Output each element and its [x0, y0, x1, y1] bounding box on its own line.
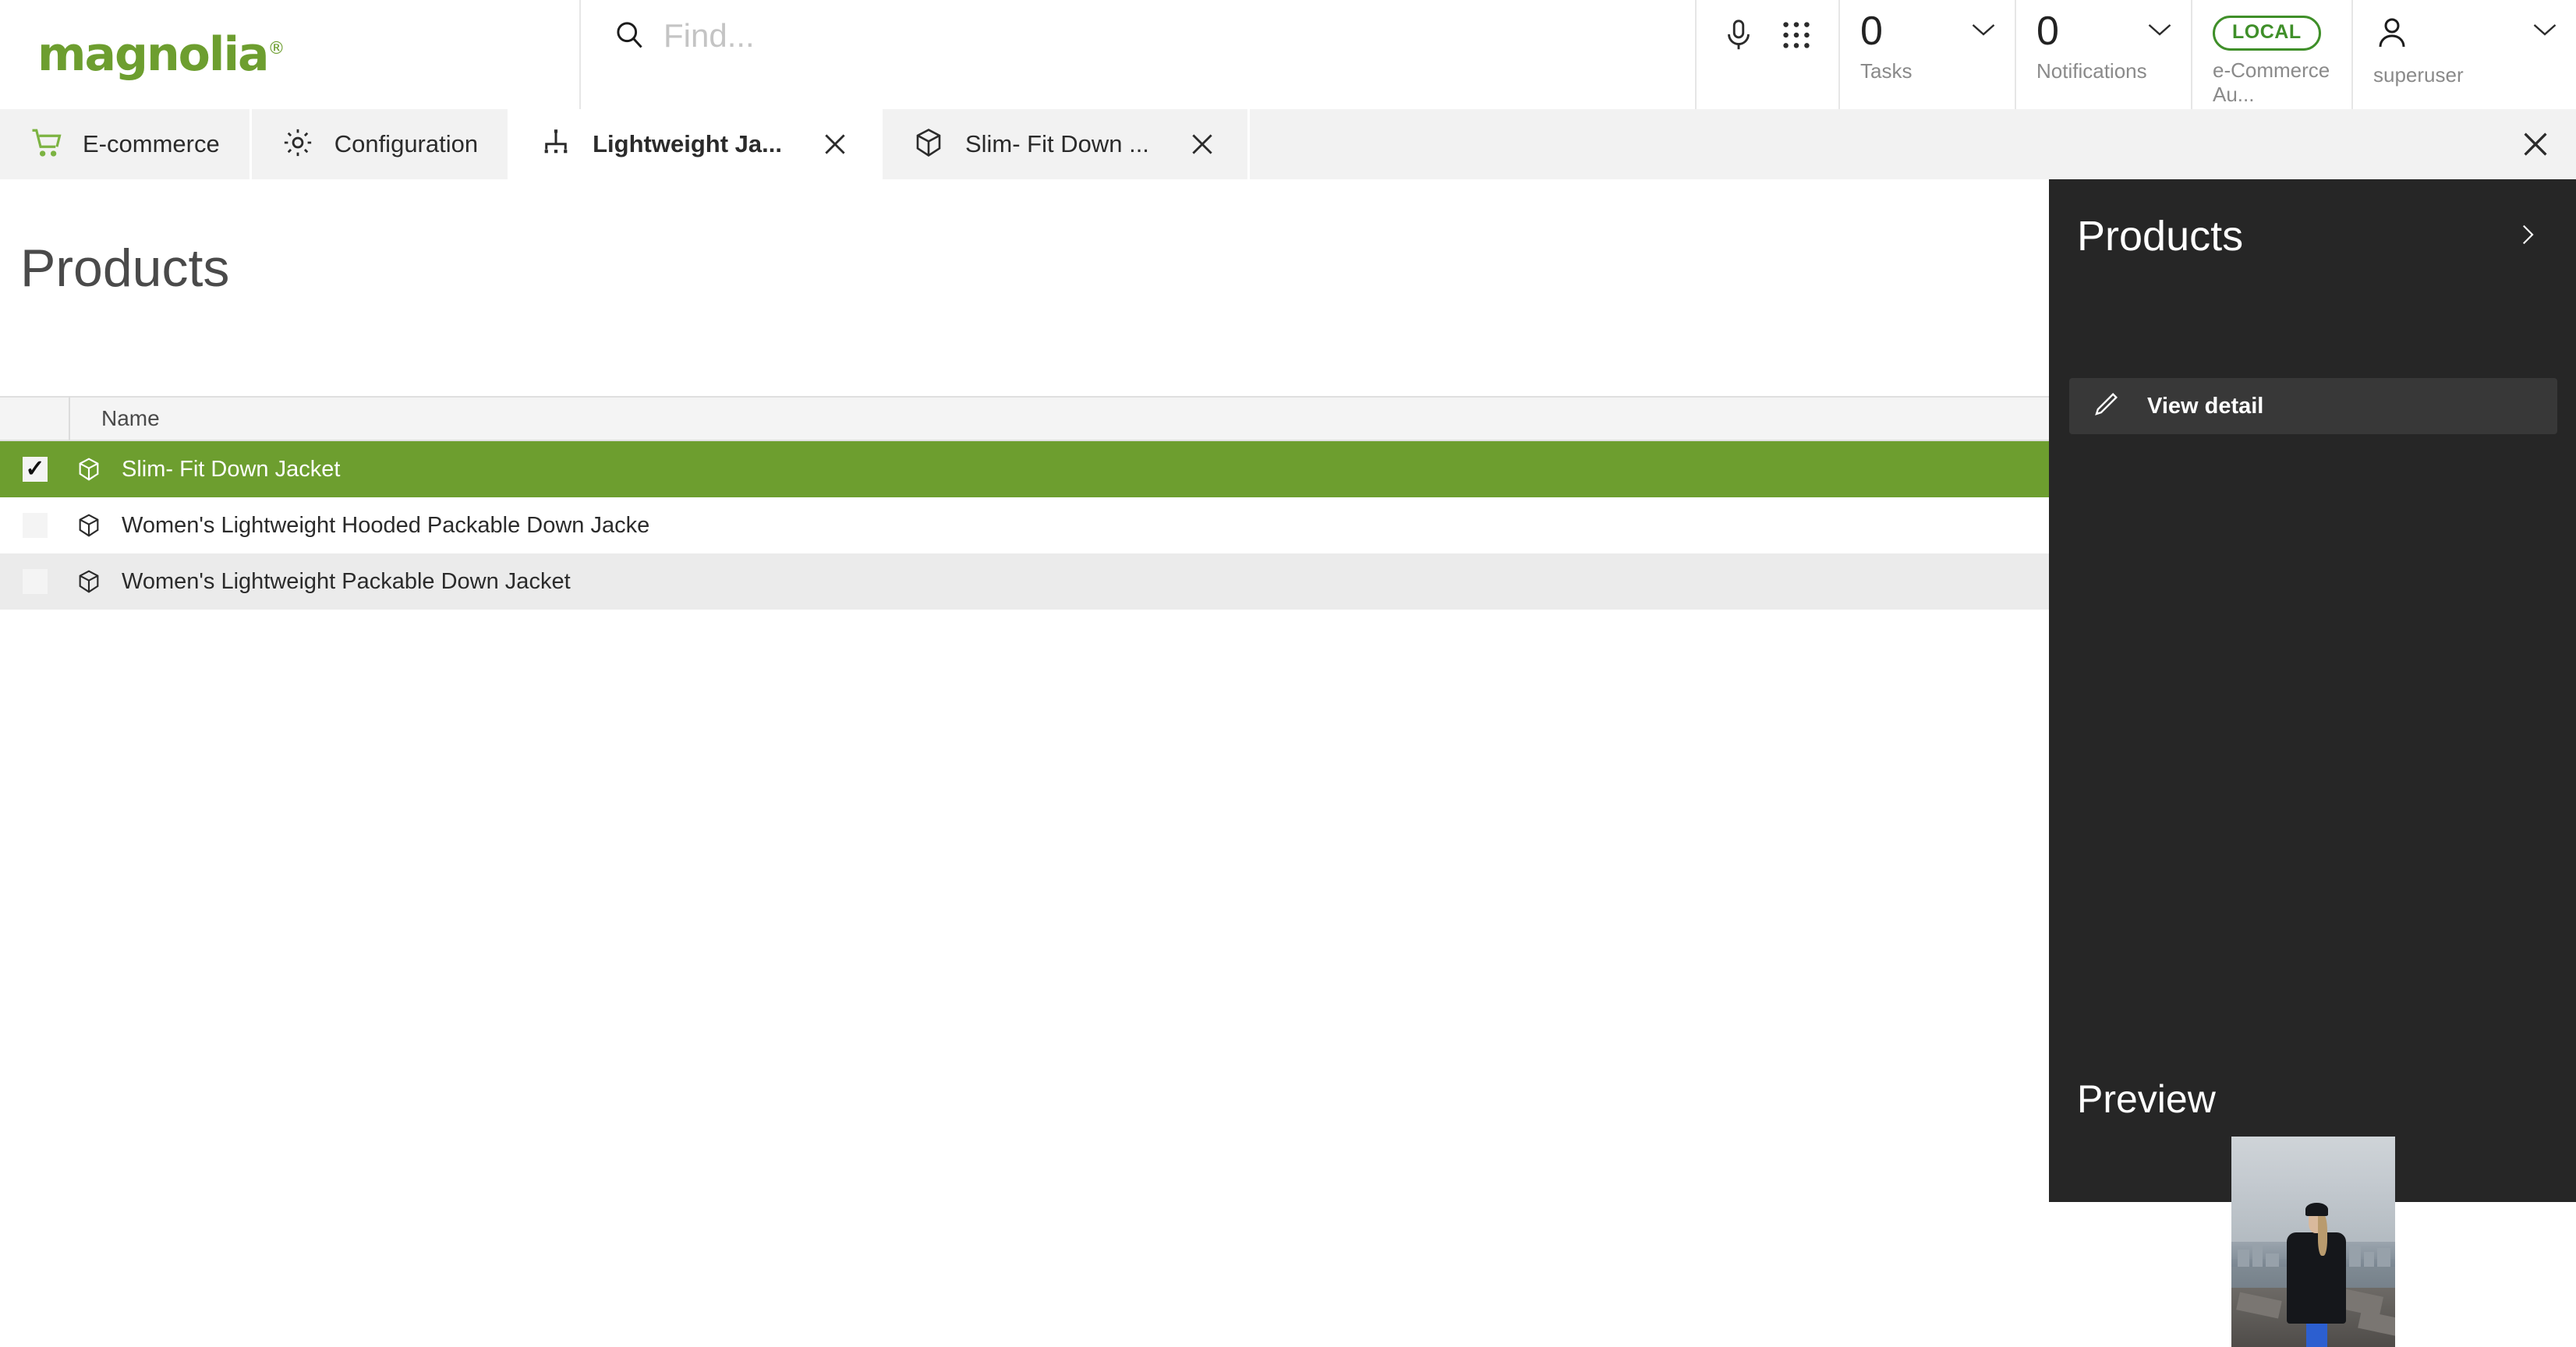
status-badge: LOCAL — [2213, 16, 2321, 51]
notifications-widget[interactable]: 0 Notifications — [2016, 0, 2192, 109]
photo-hair — [2317, 1214, 2327, 1256]
chevron-down-icon[interactable] — [2146, 20, 2174, 43]
chevron-down-icon[interactable] — [2531, 20, 2559, 43]
tasks-widget[interactable]: 0 Tasks — [1840, 0, 2016, 109]
select-all-column[interactable] — [0, 396, 70, 441]
row-checkbox[interactable] — [23, 569, 48, 594]
pencil-icon — [2091, 390, 2121, 423]
microphone-icon[interactable] — [1721, 17, 1757, 57]
logo-area[interactable]: magnolia® — [0, 0, 581, 109]
environment-label: e-Commerce Au... — [2213, 58, 2330, 106]
photo-building — [2266, 1253, 2279, 1267]
user-widget[interactable]: superuser — [2353, 0, 2576, 109]
cube-icon — [70, 512, 108, 539]
photo-building — [2364, 1251, 2374, 1267]
hierarchy-icon — [540, 126, 572, 163]
photo-rock — [2236, 1292, 2282, 1319]
close-icon[interactable] — [1187, 129, 1218, 160]
apps-grid-icon[interactable] — [1778, 17, 1814, 57]
detail-side-panel: Products View detail Preview — [2049, 179, 2576, 1347]
magnolia-logo[interactable]: magnolia® — [37, 31, 285, 78]
tab-configuration[interactable]: Configuration — [251, 109, 511, 179]
table-header-row: Name — [0, 396, 2049, 441]
photo-rock — [2357, 1310, 2395, 1337]
cube-icon — [70, 568, 108, 595]
tab-bar: E-commerce Configuration Lightweight Ja.… — [0, 109, 2576, 179]
table-row[interactable]: ✓ Slim- Fit Down Jacket — [0, 441, 2049, 497]
search-icon — [612, 17, 646, 55]
close-icon[interactable] — [819, 129, 851, 160]
search-input[interactable] — [663, 14, 1443, 58]
global-search[interactable] — [581, 0, 1697, 109]
row-checkbox-cell[interactable]: ✓ — [0, 457, 70, 482]
tab-bar-spacer — [1249, 109, 2495, 179]
app-header: magnolia® 0 Tasks — [0, 0, 2576, 109]
photo-model — [2287, 1200, 2346, 1347]
gear-icon — [281, 126, 314, 163]
preview-title: Preview — [2077, 1077, 2216, 1121]
table-row[interactable]: Women's Lightweight Hooded Packable Down… — [0, 497, 2049, 553]
tasks-label: Tasks — [1860, 59, 1913, 83]
shopping-cart-icon — [30, 126, 62, 163]
tab-label: Lightweight Ja... — [593, 130, 782, 157]
main-content: Products Name ✓ Slim- Fit Down Jacket Wo… — [0, 179, 2049, 1202]
tab-slim-fit-down[interactable]: Slim- Fit Down ... — [882, 109, 1250, 179]
tab-label: Slim- Fit Down ... — [964, 130, 1149, 157]
photo-building — [2238, 1249, 2250, 1267]
chevron-down-icon[interactable] — [1969, 20, 1997, 43]
checkmark-icon: ✓ — [25, 456, 45, 482]
environment-widget[interactable]: LOCAL e-Commerce Au... — [2192, 0, 2353, 109]
page-title: Products — [20, 239, 230, 298]
tab-label: Configuration — [334, 130, 479, 157]
user-name: superuser — [2373, 63, 2464, 87]
column-header-name[interactable]: Name — [70, 406, 160, 431]
logo-text: magnolia — [37, 27, 270, 82]
side-panel-title: Products — [2077, 213, 2244, 260]
product-name: Women's Lightweight Packable Down Jacket — [122, 568, 571, 594]
row-checkbox[interactable]: ✓ — [23, 457, 48, 482]
view-detail-button[interactable]: View detail — [2069, 378, 2557, 434]
photo-building — [2349, 1245, 2361, 1267]
notifications-label: Notifications — [2036, 59, 2147, 83]
table-row[interactable]: Women's Lightweight Packable Down Jacket — [0, 553, 2049, 610]
products-table: Name ✓ Slim- Fit Down Jacket Women's Lig… — [0, 396, 2049, 610]
row-checkbox-cell[interactable] — [0, 513, 70, 538]
side-panel-header: Products — [2049, 179, 2576, 257]
cube-icon — [70, 456, 108, 483]
preview-image[interactable] — [2231, 1137, 2395, 1347]
cube-icon — [912, 126, 945, 163]
preview-photo — [2231, 1137, 2395, 1347]
product-name: Slim- Fit Down Jacket — [122, 456, 341, 482]
product-name: Women's Lightweight Hooded Packable Down… — [122, 512, 650, 538]
tab-label: E-commerce — [83, 130, 220, 157]
photo-building — [2376, 1248, 2390, 1267]
header-icon-group — [1697, 0, 1840, 109]
view-detail-label: View detail — [2147, 393, 2264, 419]
tab-lightweight-jacket[interactable]: Lightweight Ja... — [510, 109, 883, 179]
chevron-right-icon[interactable] — [2514, 221, 2540, 252]
photo-jacket — [2287, 1232, 2346, 1324]
row-checkbox-cell[interactable] — [0, 569, 70, 594]
photo-building — [2252, 1243, 2263, 1267]
row-checkbox[interactable] — [23, 513, 48, 538]
close-all-tabs-button[interactable] — [2495, 109, 2576, 179]
logo-registered-mark: ® — [267, 39, 285, 58]
tab-e-commerce[interactable]: E-commerce — [0, 109, 252, 179]
photo-cap — [2305, 1202, 2328, 1216]
